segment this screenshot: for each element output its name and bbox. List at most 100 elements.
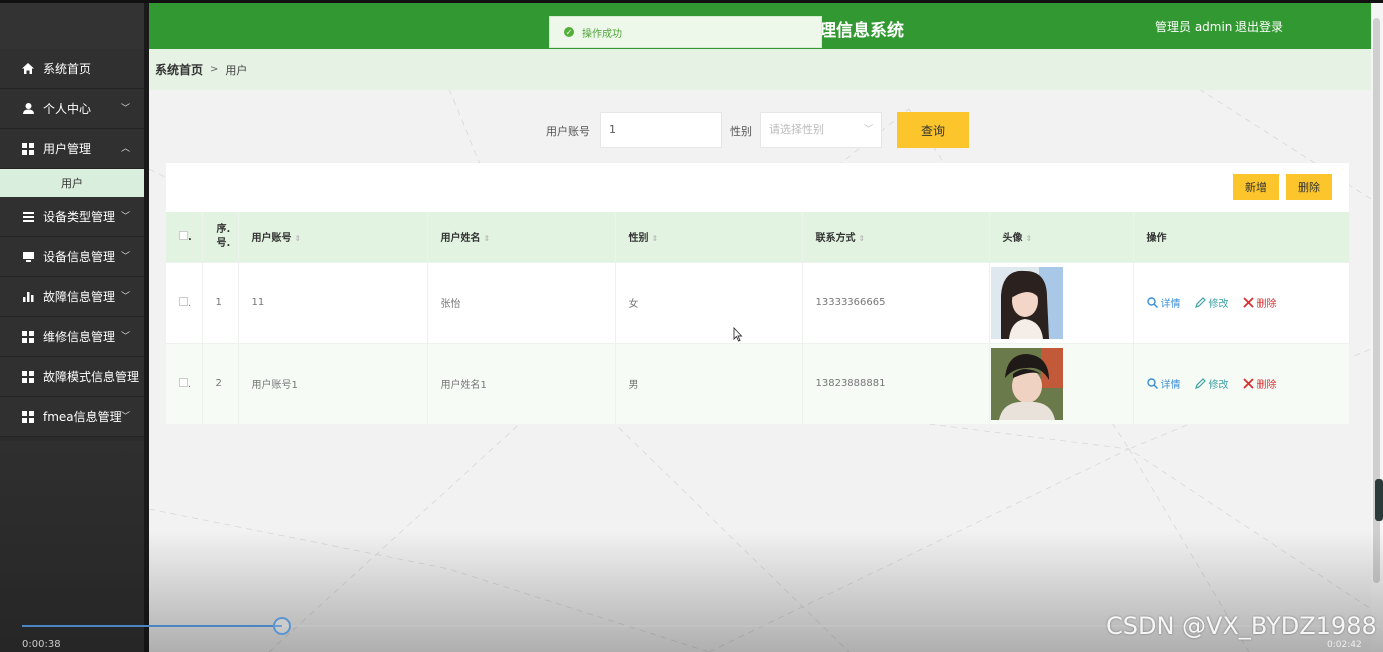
- cell-index: 2: [202, 342, 239, 424]
- mouse-cursor-icon: [733, 327, 743, 342]
- sidebar-item-fmea[interactable]: fmea信息管理 ﹀: [0, 397, 144, 437]
- breadcrumb-current: 用户: [225, 63, 248, 77]
- chevron-down-icon: ﹀: [120, 292, 130, 302]
- col-name[interactable]: 用户姓名 ⇕: [427, 212, 616, 262]
- select-all-checkbox[interactable]: [179, 230, 188, 240]
- bar-chart-icon: [22, 291, 34, 303]
- watermark: CSDN @VX_BYDZ1988: [1106, 612, 1377, 640]
- sidebar-item-label: fmea信息管理: [43, 410, 122, 424]
- sidebar-item-fault-mode[interactable]: 故障模式信息管理: [0, 357, 144, 397]
- gender-placeholder: 请选择性别: [769, 123, 824, 136]
- edit-button[interactable]: 修改: [1194, 295, 1229, 310]
- sidebar-item-user-management[interactable]: 用户管理 ︿: [0, 129, 144, 169]
- toast-message: 操作成功: [582, 28, 622, 40]
- sidebar-item-repair-info[interactable]: 维修信息管理 ﹀: [0, 317, 144, 357]
- table-row: . 1 11 张怡 女 13333366665 详情 修改 删除: [166, 261, 1350, 343]
- cell-phone: 13823888881: [802, 342, 990, 424]
- sidebar-item-personal-center[interactable]: 个人中心 ﹀: [0, 89, 144, 129]
- chevron-down-icon: ﹀: [120, 252, 130, 262]
- sidebar-empty-area: [0, 441, 144, 652]
- sidebar: 系统首页 个人中心 ﹀ 用户管理 ︿ 用户 设备类型管理 ﹀ 设备信息管理 ﹀ …: [0, 3, 144, 652]
- chevron-down-icon: ﹀: [863, 125, 873, 135]
- sidebar-item-home[interactable]: 系统首页: [0, 49, 144, 89]
- detail-label: 详情: [1160, 380, 1181, 392]
- pencil-icon: [1194, 378, 1206, 390]
- home-icon: [22, 63, 34, 75]
- row-checkbox[interactable]: [179, 377, 188, 387]
- cell-name: 张怡: [427, 261, 616, 343]
- sidebar-item-fault-info[interactable]: 故障信息管理 ﹀: [0, 277, 144, 317]
- sidebar-item-label: 故障信息管理: [43, 290, 116, 304]
- gender-select[interactable]: 请选择性别 ﹀: [760, 112, 882, 148]
- sort-icon[interactable]: ⇕: [859, 234, 866, 243]
- video-elapsed-time: 0:00:38: [22, 639, 61, 650]
- edit-label: 修改: [1208, 380, 1229, 392]
- col-label: 用户账号: [251, 233, 292, 245]
- sidebar-item-device-type[interactable]: 设备类型管理 ﹀: [0, 197, 144, 237]
- breadcrumb: 系统首页 > 用户: [149, 49, 1371, 90]
- row-select-cell[interactable]: .: [166, 342, 203, 424]
- sidebar-item-device-info[interactable]: 设备信息管理 ﹀: [0, 237, 144, 277]
- pencil-icon: [1194, 297, 1206, 308]
- search-icon: [1146, 297, 1158, 308]
- chevron-down-icon: ﹀: [120, 104, 130, 114]
- avatar-female-image[interactable]: [990, 266, 1063, 339]
- cell-gender: 女: [615, 261, 803, 343]
- col-gender[interactable]: 性别 ⇕: [615, 212, 803, 262]
- side-handle[interactable]: [1375, 479, 1383, 521]
- col-account[interactable]: 用户账号 ⇕: [238, 212, 428, 262]
- col-ops: 操作: [1133, 212, 1350, 262]
- detail-button[interactable]: 详情: [1146, 295, 1181, 310]
- close-icon: [1242, 378, 1254, 389]
- users-panel: 新增 删除 . 序. 号. 用户账号⇕ 用户姓名⇕ 性别⇕ 联系方式⇕: [166, 163, 1350, 424]
- main-content: 系统首页 > 用户 用户账号 1 性别 请选择性别 ﹀ 查询 新增 删除 . 序…: [149, 49, 1371, 652]
- row-actions: 详情 修改 删除: [1146, 295, 1349, 310]
- add-button[interactable]: 新增: [1233, 174, 1279, 200]
- col-phone[interactable]: 联系方式 ⇕: [802, 212, 990, 262]
- avatar-male-image[interactable]: [990, 347, 1063, 420]
- grid-icon: [22, 330, 34, 343]
- col-label: 用户姓名: [440, 233, 481, 245]
- chevron-down-icon: ﹀: [120, 332, 130, 342]
- row-checkbox[interactable]: [179, 296, 188, 306]
- sidebar-subitem-users[interactable]: 用户: [0, 169, 144, 197]
- col-label: 操作: [1146, 233, 1167, 245]
- sort-icon[interactable]: ⇕: [295, 234, 302, 243]
- video-progress-handle[interactable]: [273, 617, 291, 635]
- delete-button[interactable]: 删除: [1242, 376, 1277, 391]
- sort-icon[interactable]: ⇕: [652, 234, 659, 243]
- table-row: . 2 用户账号1 用户姓名1 男 13823888881 详情 修改 删除: [166, 342, 1350, 424]
- batch-delete-button[interactable]: 删除: [1286, 174, 1332, 200]
- col-index-line1: 序.: [216, 223, 231, 235]
- chevron-down-icon: ﹀: [120, 412, 130, 422]
- search-icon: [1146, 378, 1158, 390]
- chevron-up-icon: ︿: [120, 144, 130, 154]
- success-toast: ✓ 操作成功: [549, 16, 822, 48]
- sidebar-item-label: 故障模式信息管理: [43, 370, 140, 384]
- breadcrumb-home[interactable]: 系统首页: [155, 61, 203, 78]
- page-scrollbar[interactable]: [1371, 3, 1383, 652]
- cell-gender: 男: [615, 342, 803, 424]
- close-icon: [1242, 297, 1254, 308]
- check-circle-icon: ✓: [564, 27, 574, 37]
- video-progress-fill: [22, 625, 282, 627]
- logout-link[interactable]: 退出登录: [1235, 18, 1283, 35]
- detail-button[interactable]: 详情: [1146, 376, 1181, 392]
- sort-icon[interactable]: ⇕: [1026, 234, 1033, 243]
- query-button[interactable]: 查询: [897, 112, 969, 148]
- sort-icon[interactable]: ⇕: [484, 234, 491, 243]
- sidebar-item-label: 用户管理: [43, 142, 92, 156]
- account-input[interactable]: 1: [600, 112, 722, 148]
- col-index: 序. 号.: [202, 212, 239, 262]
- edit-label: 修改: [1208, 299, 1229, 310]
- video-duration: 0:02:42: [1327, 640, 1362, 650]
- cell-account: 11: [238, 261, 428, 343]
- account-label: 用户账号: [546, 125, 590, 138]
- row-select-cell[interactable]: .: [166, 261, 203, 343]
- delete-button[interactable]: 删除: [1242, 295, 1277, 310]
- edit-button[interactable]: 修改: [1194, 376, 1229, 392]
- select-all-cell[interactable]: .: [166, 212, 203, 262]
- users-table: . 序. 号. 用户账号 ⇕ 用户姓名 ⇕ 性别 ⇕ 联系方式 ⇕ 头像 ⇕ 操作 . 1: [166, 212, 1350, 424]
- col-avatar[interactable]: 头像 ⇕: [989, 212, 1134, 262]
- col-index-line2: 号.: [216, 237, 231, 249]
